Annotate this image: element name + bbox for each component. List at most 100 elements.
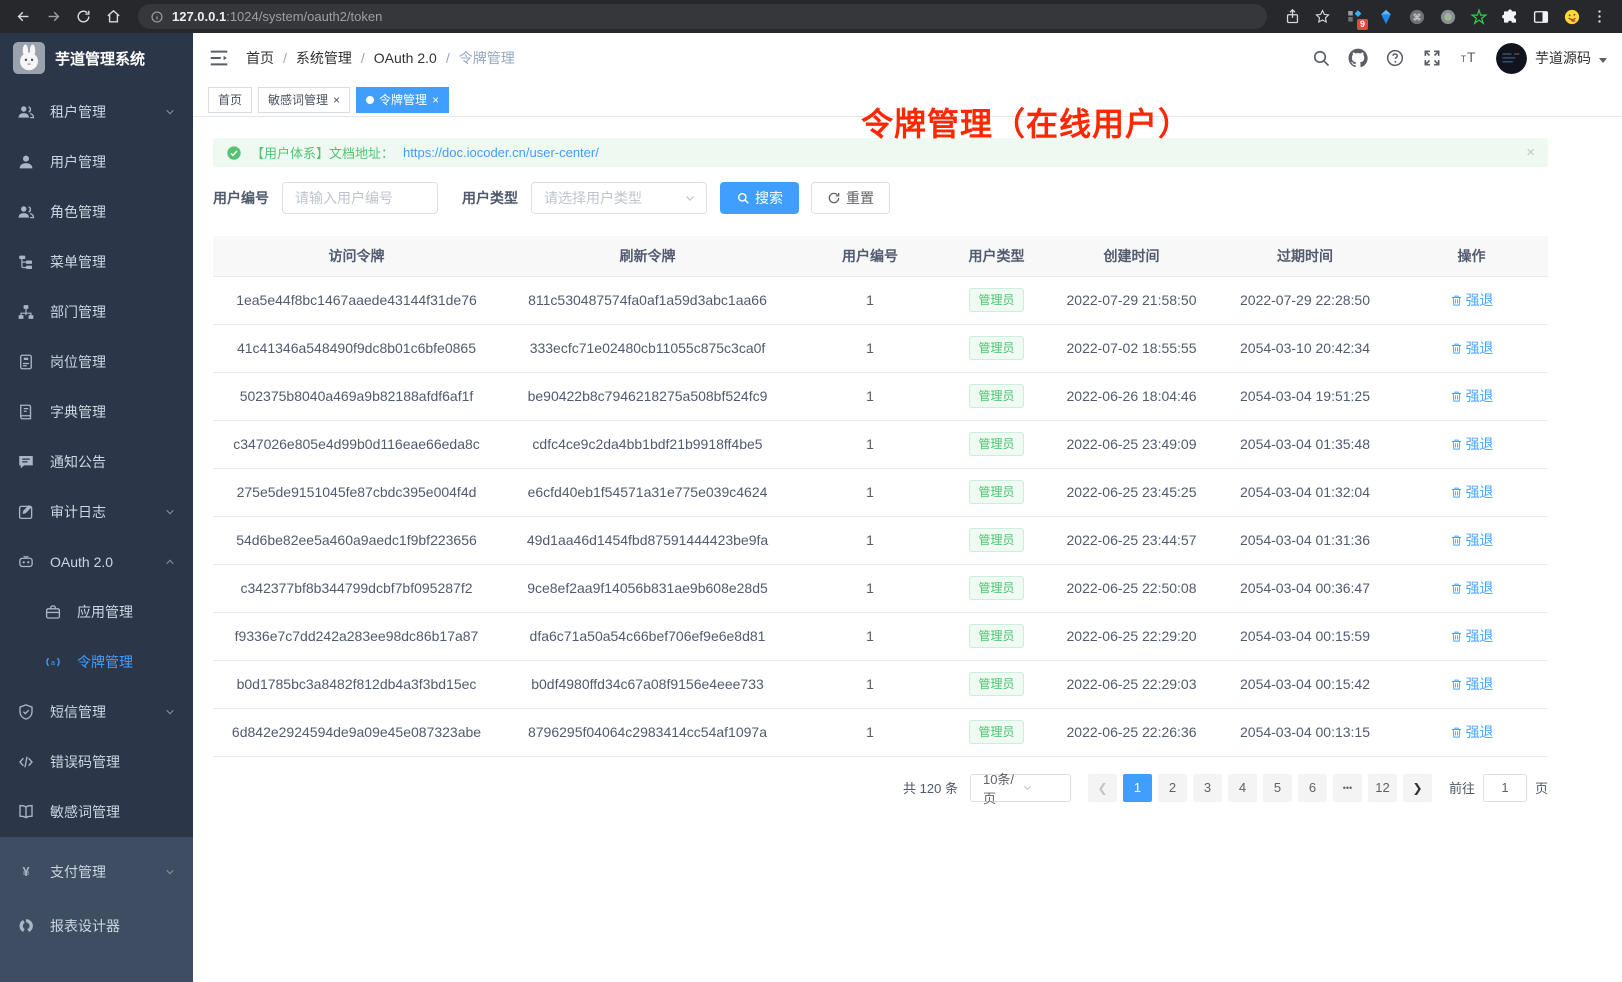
table-row: 54d6be82ee5a460a9aedc1f9bf22365649d1aa46… — [213, 516, 1548, 564]
trash-icon — [1450, 630, 1463, 643]
sidebar-item-post[interactable]: 岗位管理 — [0, 337, 193, 387]
browser-home-icon[interactable] — [100, 4, 126, 30]
sidebar-item-notice[interactable]: 通知公告 — [0, 437, 193, 487]
force-logout-button[interactable]: 强退 — [1450, 578, 1494, 598]
user-menu[interactable]: 芋道源码 — [1496, 43, 1607, 74]
browser-menu-icon[interactable] — [1586, 4, 1612, 30]
font-size-icon[interactable]: TT — [1459, 48, 1479, 68]
audit-icon — [17, 503, 35, 521]
extension-grid-icon[interactable]: 9 — [1345, 7, 1365, 27]
breadcrumb-item[interactable]: 系统管理 — [296, 48, 352, 68]
page-content: 【用户体系】文档地址： https://doc.iocoder.cn/user-… — [193, 117, 1622, 802]
user-type-badge: 管理员 — [969, 576, 1023, 600]
sidebar-item-app[interactable]: 应用管理 — [0, 587, 193, 637]
user-id-cell: 1 — [795, 468, 945, 516]
page-button-3[interactable]: 3 — [1193, 774, 1222, 802]
app-logo[interactable]: 芋道管理系统 — [0, 33, 193, 83]
sidebar-item-users[interactable]: 角色管理 — [0, 187, 193, 237]
share-icon[interactable] — [1279, 4, 1305, 30]
next-page-button[interactable]: ❯ — [1403, 774, 1432, 802]
alert-close-icon[interactable]: × — [1526, 144, 1535, 161]
breadcrumb-item[interactable]: 首页 — [246, 48, 274, 68]
sidebar-item-dept[interactable]: 部门管理 — [0, 287, 193, 337]
force-logout-button[interactable]: 强退 — [1450, 722, 1494, 742]
address-bar[interactable]: 127.0.0.1:1024/system/oauth2/token — [138, 4, 1267, 29]
page-button-2[interactable]: 2 — [1158, 774, 1187, 802]
sidebar-item-token[interactable]: a令牌管理 — [0, 637, 193, 687]
site-info-icon[interactable] — [150, 10, 164, 24]
tab-令牌管理[interactable]: 令牌管理× — [356, 87, 449, 113]
tab-首页[interactable]: 首页 — [208, 87, 252, 113]
page-size-select[interactable]: 10条/页 — [970, 774, 1071, 802]
action-cell: 强退 — [1395, 276, 1548, 324]
page-button-6[interactable]: 6 — [1298, 774, 1327, 802]
user-type-badge: 管理员 — [969, 672, 1023, 696]
force-logout-button[interactable]: 强退 — [1450, 626, 1494, 646]
extension-command-icon[interactable]: ⌘ — [1407, 7, 1427, 27]
goto-page-input[interactable] — [1483, 774, 1527, 802]
user-id-input[interactable] — [282, 182, 438, 214]
user-type-cell: 管理员 — [945, 372, 1048, 420]
sidebar-item-oauth[interactable]: OAuth 2.0 — [0, 537, 193, 587]
total-count: 共 120 条 — [903, 778, 958, 797]
user-id-cell: 1 — [795, 612, 945, 660]
page-button-12[interactable]: 12 — [1368, 774, 1397, 802]
page-button-1[interactable]: 1 — [1123, 774, 1152, 802]
sidebar-menu: 租户管理用户管理角色管理菜单管理部门管理岗位管理字典管理通知公告审计日志OAut… — [0, 83, 193, 837]
force-logout-button[interactable]: 强退 — [1450, 482, 1494, 502]
tab-close-icon[interactable]: × — [333, 94, 340, 106]
force-logout-button[interactable]: 强退 — [1450, 290, 1494, 310]
sidebar-item-users[interactable]: 租户管理 — [0, 87, 193, 137]
extensions-puzzle-icon[interactable] — [1500, 7, 1520, 27]
force-logout-button[interactable]: 强退 — [1450, 674, 1494, 694]
expire-time-cell: 2054-03-04 01:35:48 — [1215, 420, 1395, 468]
sidebar-item-user[interactable]: 用户管理 — [0, 137, 193, 187]
extension-gem-icon[interactable] — [1376, 7, 1396, 27]
force-logout-button[interactable]: 强退 — [1450, 338, 1494, 358]
reset-button[interactable]: 重置 — [811, 182, 890, 214]
browser-forward-icon[interactable] — [40, 4, 66, 30]
tab-close-icon[interactable]: × — [432, 94, 439, 106]
logo-rabbit-icon — [13, 42, 45, 74]
browser-reload-icon[interactable] — [70, 4, 96, 30]
fullscreen-icon[interactable] — [1422, 48, 1442, 68]
svg-text:T: T — [1467, 50, 1476, 66]
token-icon: a — [44, 653, 62, 671]
profile-emoji-icon[interactable] — [1562, 7, 1582, 27]
app-icon — [44, 603, 62, 621]
sidebar-item-errcode[interactable]: 错误码管理 — [0, 737, 193, 787]
browser-back-icon[interactable] — [10, 4, 36, 30]
alert-doc-link[interactable]: https://doc.iocoder.cn/user-center/ — [403, 145, 599, 160]
sidebar-item-tree[interactable]: 菜单管理 — [0, 237, 193, 287]
github-icon[interactable] — [1348, 48, 1368, 68]
prev-page-button[interactable]: ❮ — [1088, 774, 1117, 802]
tree-icon — [17, 253, 35, 271]
sidebar-item-sms[interactable]: 短信管理 — [0, 687, 193, 737]
table-header-row: 访问令牌刷新令牌用户编号用户类型创建时间过期时间操作 — [213, 236, 1548, 276]
force-logout-button[interactable]: 强退 — [1450, 434, 1494, 454]
side-panel-icon[interactable] — [1531, 7, 1551, 27]
force-logout-button[interactable]: 强退 — [1450, 530, 1494, 550]
column-header: 创建时间 — [1048, 236, 1215, 276]
bookmark-star-icon[interactable] — [1309, 4, 1335, 30]
user-type-label: 用户类型 — [462, 188, 518, 208]
page-button-4[interactable]: 4 — [1228, 774, 1257, 802]
extension-star-icon[interactable] — [1469, 7, 1489, 27]
sidebar-item-report[interactable]: 报表设计器 — [0, 899, 193, 953]
tab-敏感词管理[interactable]: 敏感词管理× — [258, 87, 350, 113]
user-type-select[interactable]: 请选择用户类型 — [531, 182, 707, 214]
page-button-5[interactable]: 5 — [1263, 774, 1292, 802]
search-button[interactable]: 搜索 — [720, 182, 799, 214]
force-logout-button[interactable]: 强退 — [1450, 386, 1494, 406]
sidebar-collapse-icon[interactable] — [208, 47, 230, 69]
sidebar-item-dict[interactable]: 字典管理 — [0, 387, 193, 437]
search-icon[interactable] — [1311, 48, 1331, 68]
breadcrumb-item[interactable]: OAuth 2.0 — [374, 50, 437, 66]
caret-down-icon — [1599, 58, 1607, 63]
sidebar-item-sensitive[interactable]: 敏感词管理 — [0, 787, 193, 837]
extension-record-icon[interactable] — [1438, 7, 1458, 27]
sidebar-item-pay[interactable]: ¥支付管理 — [0, 845, 193, 899]
sidebar-item-audit[interactable]: 审计日志 — [0, 487, 193, 537]
help-icon[interactable] — [1385, 48, 1405, 68]
page-ellipsis-button[interactable]: ••• — [1333, 774, 1362, 802]
